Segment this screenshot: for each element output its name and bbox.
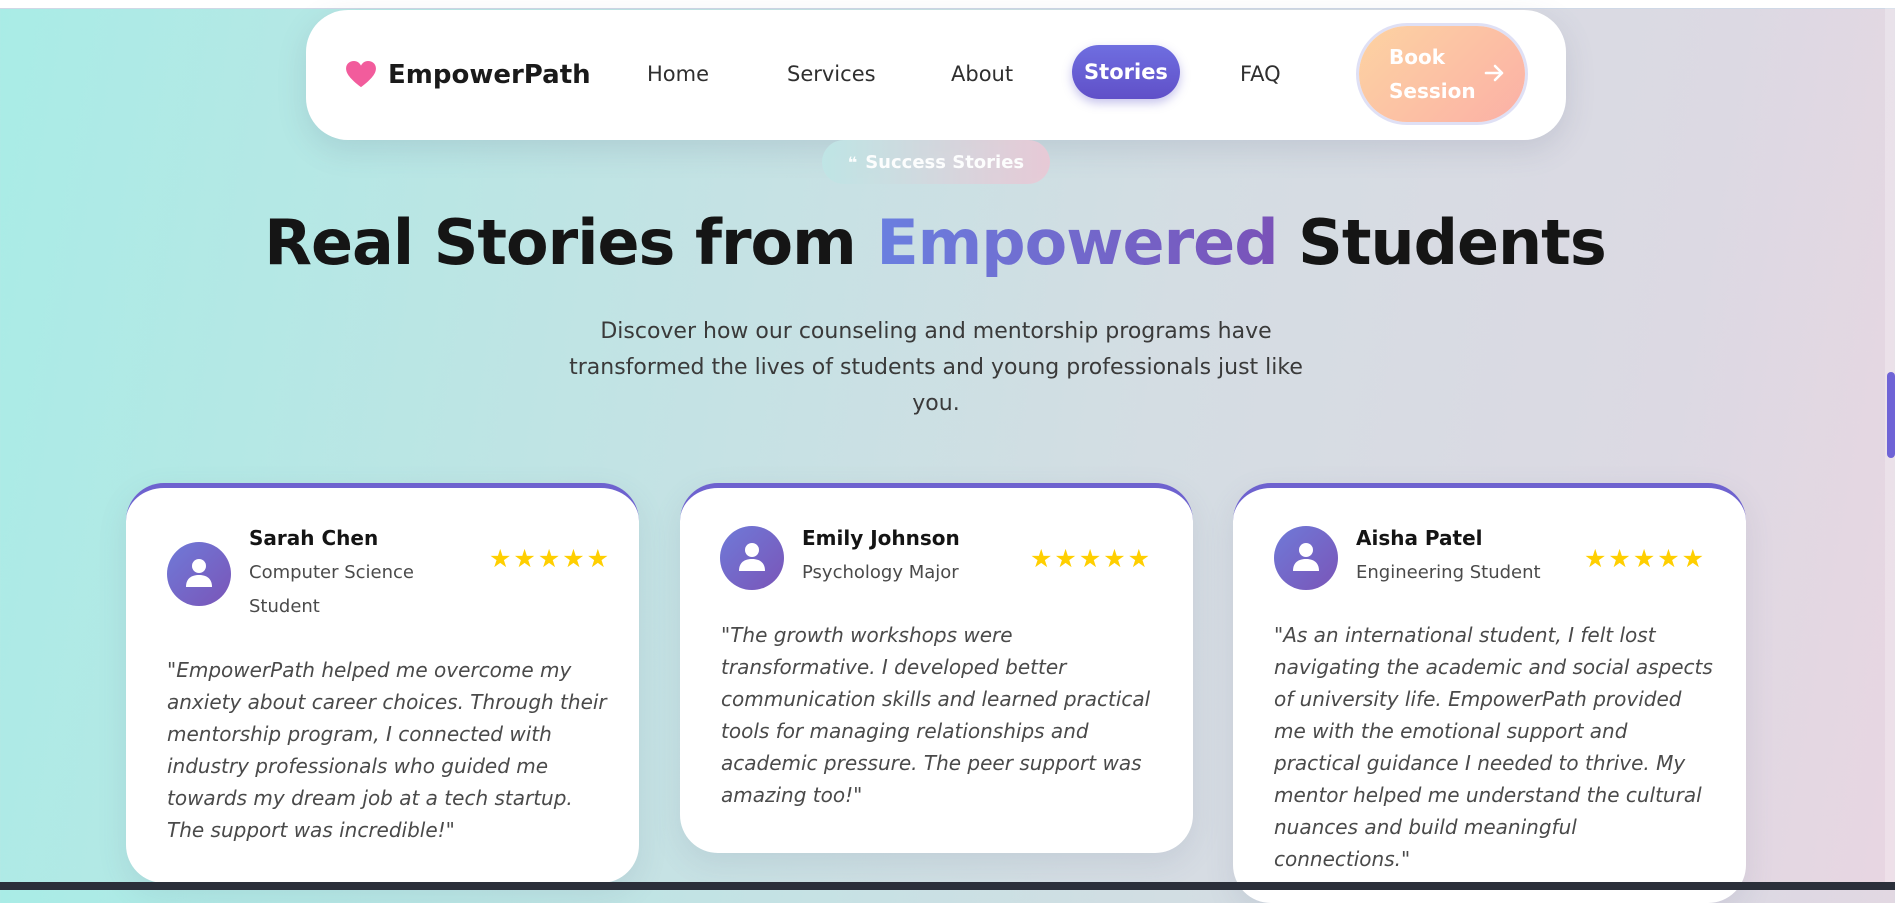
logo-text: EmpowerPath — [388, 60, 591, 90]
star-rating: ★★★★★ — [1584, 544, 1707, 573]
testimonial-role: Psychology Major — [802, 562, 959, 583]
testimonial-card: Aisha Patel Engineering Student ★★★★★ "A… — [1233, 483, 1746, 903]
book-session-label: Book Session — [1389, 45, 1476, 103]
nav-home-link[interactable]: Home — [647, 62, 709, 86]
testimonial-card: Emily Johnson Psychology Major ★★★★★ "Th… — [680, 483, 1193, 853]
nav-about-link[interactable]: About — [951, 62, 1013, 86]
nav-services-link[interactable]: Services — [787, 62, 876, 86]
user-icon — [739, 543, 765, 571]
heart-icon — [346, 61, 376, 88]
testimonial-role: Engineering Student — [1356, 562, 1541, 583]
scrollbar-thumb[interactable] — [1887, 372, 1895, 458]
star-rating: ★★★★★ — [489, 544, 612, 573]
testimonial-name: Emily Johnson — [802, 526, 960, 550]
book-session-button[interactable]: Book Session — [1359, 26, 1525, 122]
badge-label: Success Stories — [865, 151, 1025, 173]
testimonial-role: Computer Science Student — [249, 562, 414, 617]
browser-top-edge — [0, 0, 1895, 9]
page-subtitle: Discover how our counseling and mentorsh… — [569, 319, 1303, 416]
page-title: Real Stories from Empowered Students — [0, 206, 1870, 279]
avatar — [720, 526, 784, 590]
user-icon — [1293, 543, 1319, 571]
success-stories-badge: ❝ Success Stories — [822, 140, 1050, 184]
testimonial-quote: "As an international student, I felt los… — [1274, 623, 1713, 871]
title-accent: Empowered — [876, 206, 1278, 279]
testimonial-name: Aisha Patel — [1356, 526, 1483, 550]
title-suffix: Students — [1277, 206, 1607, 279]
window-bottom-edge — [0, 882, 1895, 890]
scrollbar[interactable] — [1885, 0, 1895, 882]
testimonial-name: Sarah Chen — [249, 526, 379, 550]
star-rating: ★★★★★ — [1030, 544, 1153, 573]
testimonial-card: Sarah Chen Computer Science Student ★★★★… — [126, 483, 639, 883]
avatar — [1274, 526, 1338, 590]
nav-faq-link[interactable]: FAQ — [1240, 62, 1281, 86]
logo[interactable]: EmpowerPath — [346, 60, 591, 90]
title-prefix: Real Stories from — [264, 206, 877, 279]
navbar: EmpowerPath Home Services About Stories … — [306, 10, 1566, 140]
user-icon — [186, 559, 212, 587]
quote-icon: ❝ — [847, 152, 858, 172]
testimonial-quote: "EmpowerPath helped me overcome my anxie… — [167, 658, 607, 842]
arrow-right-icon — [1484, 64, 1504, 82]
nav-stories-link[interactable]: Stories — [1072, 45, 1180, 99]
testimonial-quote: "The growth workshops were transformativ… — [721, 623, 1151, 807]
avatar — [167, 542, 231, 606]
